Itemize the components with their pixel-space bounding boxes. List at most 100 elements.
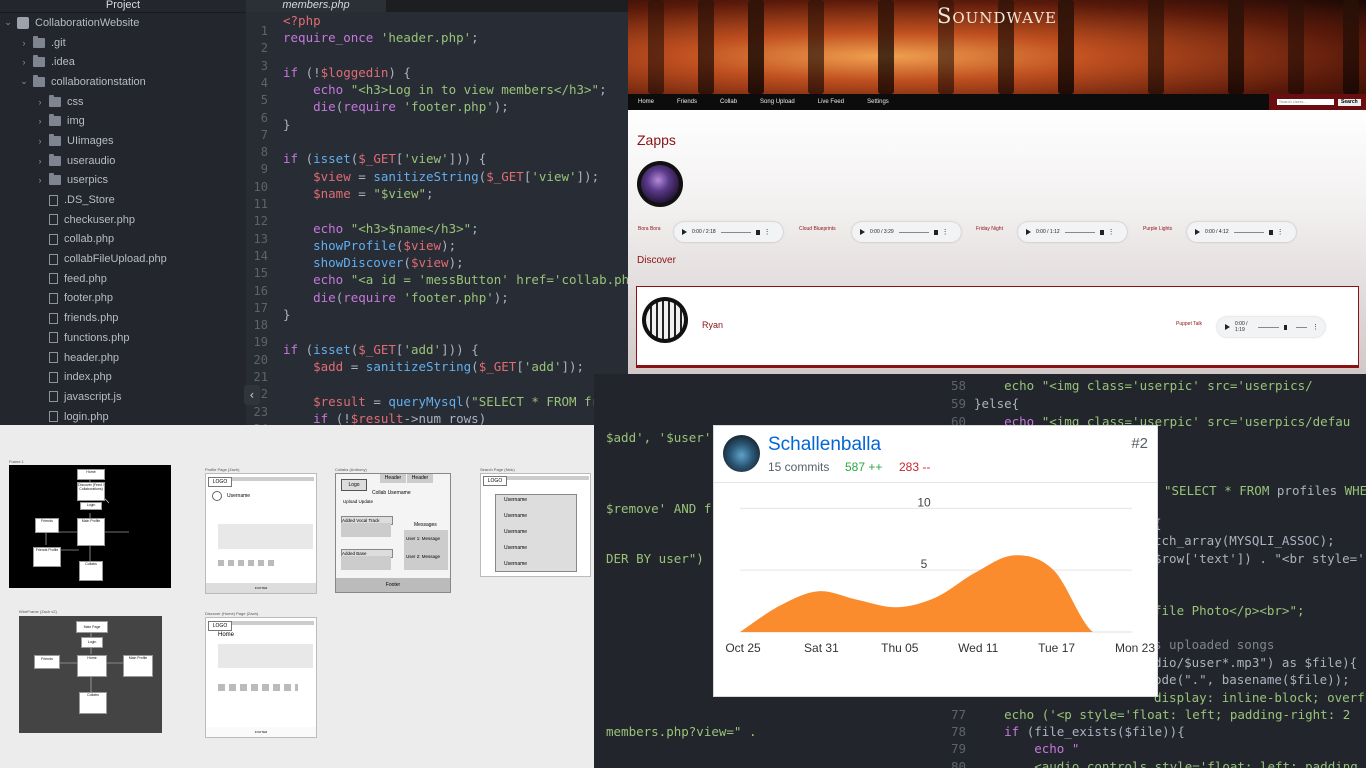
node-home: Home xyxy=(77,469,105,480)
more-options-icon[interactable]: ⋮ xyxy=(1108,228,1115,236)
tree-file[interactable]: footer.php xyxy=(0,289,246,309)
nav-settings[interactable]: Settings xyxy=(867,99,889,105)
discover-audio-player[interactable]: 0:00 / 1:19 ⋮ xyxy=(1217,317,1325,337)
collab-logo: Logo xyxy=(341,479,367,491)
volume-icon[interactable] xyxy=(1268,229,1273,235)
discover-mock-logo: LOGO xyxy=(208,621,232,631)
more-options-icon[interactable]: ⋮ xyxy=(942,228,949,236)
tree-file[interactable]: feed.php xyxy=(0,269,246,289)
tree-item-label: login.php xyxy=(64,410,109,423)
audio-player[interactable]: 0:00 / 4:12 ⋮ xyxy=(1187,222,1296,242)
volume-icon[interactable] xyxy=(933,229,938,235)
tree-file[interactable]: friends.php xyxy=(0,308,246,328)
discover-user-name[interactable]: Ryan xyxy=(702,320,723,330)
x-tick-label: Oct 25 xyxy=(725,641,761,655)
folder-icon xyxy=(49,133,61,146)
search-page-mock: LOGO Username Username Username Username… xyxy=(480,473,591,577)
code-line: $view = sanitizeString($_GET['view']); xyxy=(274,168,628,185)
play-icon[interactable] xyxy=(860,229,865,235)
more-options-icon[interactable]: ⋮ xyxy=(1277,228,1284,236)
tree-folder[interactable]: › css xyxy=(0,92,246,112)
tree-folder[interactable]: › userpics xyxy=(0,171,246,191)
folder-icon xyxy=(33,55,45,68)
commit-count[interactable]: 15 commits xyxy=(768,460,829,474)
code-token: showProfile xyxy=(283,237,396,253)
line-number: 59 xyxy=(950,396,966,411)
time-readout: 0:00 / 1:12 xyxy=(1036,229,1060,235)
tree-file[interactable]: javascript.js xyxy=(0,387,246,407)
tree-folder[interactable]: ⌄ collaborationstation xyxy=(0,72,246,92)
tree-folder[interactable]: › useraudio xyxy=(0,151,246,171)
volume-icon[interactable] xyxy=(1099,229,1104,235)
contributor-avatar[interactable] xyxy=(723,435,760,472)
card-divider xyxy=(714,482,1157,483)
code-token: ; xyxy=(599,82,607,98)
code-editor[interactable]: <?php require_once 'header.php'; if (!$lo… xyxy=(274,12,628,425)
node-collabs-v2: Collabs xyxy=(79,692,107,714)
profile-page-mock: LOGO Username FOOTER xyxy=(205,473,317,594)
contributor-name[interactable]: Schallenballa xyxy=(768,434,881,456)
chevron-down-icon[interactable]: ⌄ xyxy=(2,17,14,28)
nav-collab[interactable]: Collab xyxy=(720,99,737,105)
search-users-input[interactable]: Search Users... xyxy=(1277,99,1334,105)
play-icon[interactable] xyxy=(1195,229,1200,235)
code-line: echo "<h3>$name</h3>"; xyxy=(274,220,628,237)
additions-count: 587 ++ xyxy=(845,460,883,474)
code-line: $row['text']) . "<br style=' xyxy=(1154,550,1365,567)
code-token: if xyxy=(283,64,306,80)
code-token: $add', '$user') xyxy=(606,430,719,445)
seek-bar[interactable] xyxy=(898,231,929,233)
play-icon[interactable] xyxy=(682,229,687,235)
code-token: ( xyxy=(305,341,314,357)
volume-icon[interactable] xyxy=(755,229,760,235)
line-number: 8 xyxy=(260,145,268,160)
audio-player[interactable]: 0:00 / 1:12 ⋮ xyxy=(1018,222,1127,242)
more-options-icon[interactable]: ⋮ xyxy=(764,228,771,236)
tree-root[interactable]: ⌄ CollaborationWebsite xyxy=(0,13,246,33)
play-icon[interactable] xyxy=(1225,324,1230,330)
code-token: if xyxy=(283,410,336,425)
line-number: 7 xyxy=(260,127,268,142)
tree-file[interactable]: .DS_Store xyxy=(0,190,246,210)
tree-folder[interactable]: › img xyxy=(0,111,246,131)
tree-file[interactable]: login.php xyxy=(0,407,246,425)
code-line: 79 echo " xyxy=(938,740,1079,757)
audio-player[interactable]: 0:00 / 2:18 ⋮ xyxy=(674,222,783,242)
tree-folder[interactable]: › UIimages xyxy=(0,131,246,151)
tree-folder[interactable]: › .git xyxy=(0,33,246,53)
tree-file[interactable]: functions.php xyxy=(0,328,246,348)
code-token: ode(".", basename($file)); xyxy=(1154,672,1350,687)
tree-file[interactable]: index.php xyxy=(0,367,246,387)
tree-file[interactable]: collab.php xyxy=(0,230,246,250)
collapse-sidebar-button[interactable]: ‹ xyxy=(244,385,260,405)
search-button[interactable]: Search xyxy=(1338,98,1361,106)
tree-item-label: collab.php xyxy=(64,233,115,246)
code-line: 78 if (file_exists($file)){ xyxy=(938,723,1185,740)
tree-file[interactable]: checkuser.php xyxy=(0,210,246,230)
tree-item-label: css xyxy=(67,95,84,108)
nav-friends[interactable]: Friends xyxy=(677,99,697,105)
tab-members-php[interactable]: members.php xyxy=(246,0,386,12)
nav-song-upload[interactable]: Song Upload xyxy=(760,99,795,105)
volume-slider[interactable] xyxy=(1296,326,1307,328)
tree-file[interactable]: collabFileUpload.php xyxy=(0,249,246,269)
seek-bar[interactable] xyxy=(1257,326,1280,328)
site-nav: Home Friends Collab Song Upload Live Feed Set… xyxy=(628,94,1366,110)
code-line: die(require 'footer.php'); xyxy=(274,98,628,115)
nav-home[interactable]: Home xyxy=(638,99,654,105)
seek-bar[interactable] xyxy=(1233,231,1264,233)
seek-bar[interactable] xyxy=(1064,231,1095,233)
code-token: ]); xyxy=(561,358,585,374)
audio-player[interactable]: 0:00 / 3:29 ⋮ xyxy=(852,222,961,242)
x-tick-label: Sat 31 xyxy=(804,641,839,655)
tree-folder[interactable]: › .idea xyxy=(0,52,246,72)
volume-icon[interactable] xyxy=(1284,324,1288,330)
play-icon[interactable] xyxy=(1026,229,1031,235)
tree-item-label: img xyxy=(67,115,85,128)
tree-file[interactable]: header.php xyxy=(0,348,246,368)
nav-live-feed[interactable]: Live Feed xyxy=(818,99,844,105)
seek-bar[interactable] xyxy=(720,231,751,233)
more-options-icon[interactable]: ⋮ xyxy=(1312,323,1319,331)
